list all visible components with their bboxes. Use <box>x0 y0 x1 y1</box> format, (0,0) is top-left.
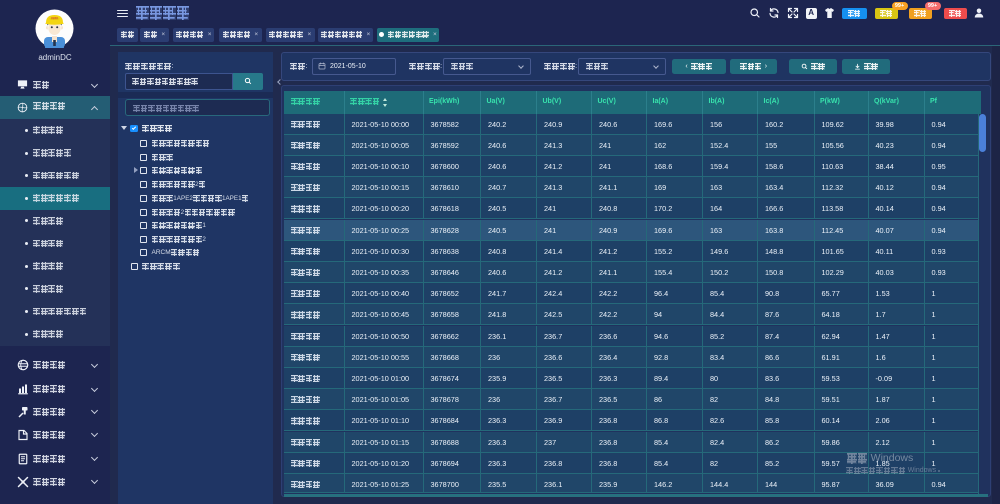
svg-text:####: #### <box>51 17 58 21</box>
